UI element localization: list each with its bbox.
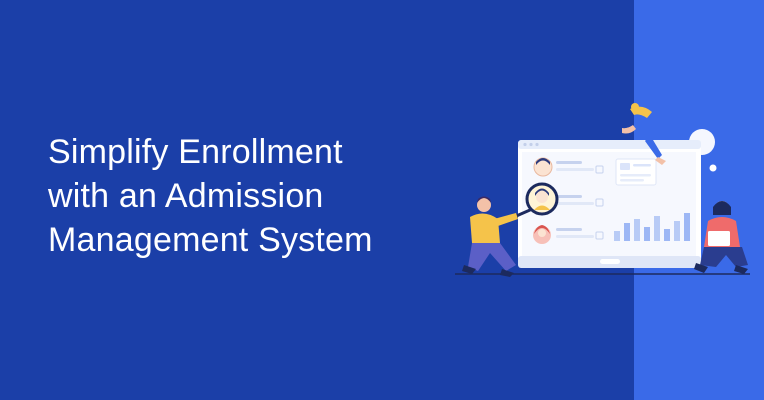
person-with-laptop bbox=[694, 201, 748, 274]
avatar-icon bbox=[533, 157, 553, 177]
headline-line-2: with an Admission bbox=[48, 177, 324, 215]
hero-banner: Simplify Enrollment with an Admission Ma… bbox=[0, 0, 764, 400]
headline-line-3: Management System bbox=[48, 221, 373, 259]
person-with-magnifier bbox=[462, 196, 518, 277]
profile-card bbox=[615, 158, 657, 186]
headline: Simplify Enrollment with an Admission Ma… bbox=[48, 130, 468, 262]
headline-line-1: Simplify Enrollment bbox=[48, 133, 343, 171]
laptop-icon bbox=[708, 231, 730, 246]
admission-system-illustration bbox=[455, 103, 750, 277]
decor-circle-small bbox=[709, 164, 717, 172]
